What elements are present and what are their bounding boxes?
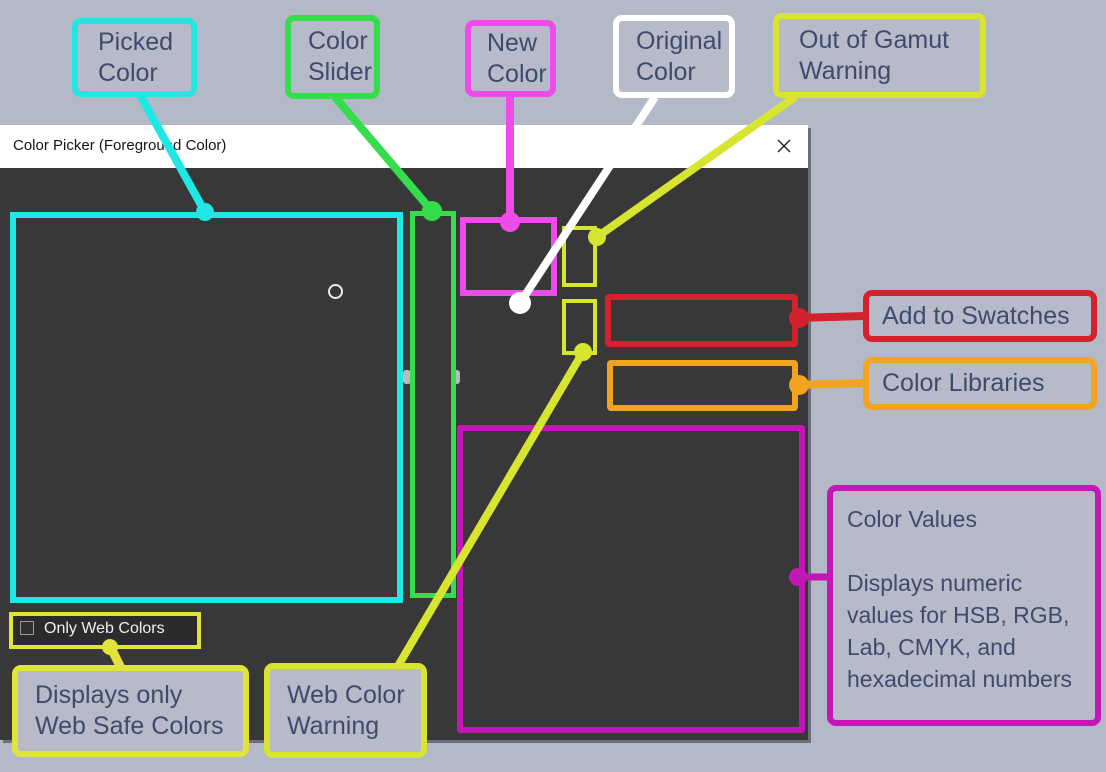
callout-color-slider: Color Slider: [285, 15, 380, 99]
callout-picked-color: Picked Color: [72, 18, 197, 97]
screenshot-root: Color Picker (Foreground Color) new curr…: [0, 0, 1106, 772]
callout-web-color-warning: Web Color Warning: [264, 663, 427, 758]
color-field-highlight-frame: [10, 212, 403, 603]
dialog-titlebar[interactable]: Color Picker (Foreground Color): [0, 125, 808, 168]
color-values-highlight-frame: [457, 425, 805, 733]
callout-color-libraries: Color Libraries: [863, 357, 1097, 410]
callout-new-color: New Color: [465, 20, 556, 97]
callout-original-color: Original Color: [613, 15, 735, 98]
gamut-icon-highlight-frame: [562, 226, 597, 287]
web-icon-highlight-frame: [562, 299, 597, 355]
only-web-colors-label: Only Web Colors: [44, 620, 165, 638]
close-icon[interactable]: [776, 138, 792, 154]
dialog-title: Color Picker (Foreground Color): [13, 137, 226, 154]
callout-out-of-gamut: Out of Gamut Warning: [773, 13, 986, 98]
callout-displays-only-web-safe: Displays only Web Safe Colors: [12, 665, 249, 757]
callout-add-to-swatches: Add to Swatches: [863, 290, 1097, 342]
hue-slider-highlight-frame: [410, 211, 456, 598]
only-web-colors-checkbox[interactable]: [20, 621, 34, 635]
new-swatch-highlight-frame: [460, 217, 557, 296]
callout-color-values: Color Values Displays numeric values for…: [827, 485, 1101, 726]
color-libraries-highlight-frame: [607, 360, 798, 411]
add-to-swatches-highlight-frame: [605, 294, 798, 347]
